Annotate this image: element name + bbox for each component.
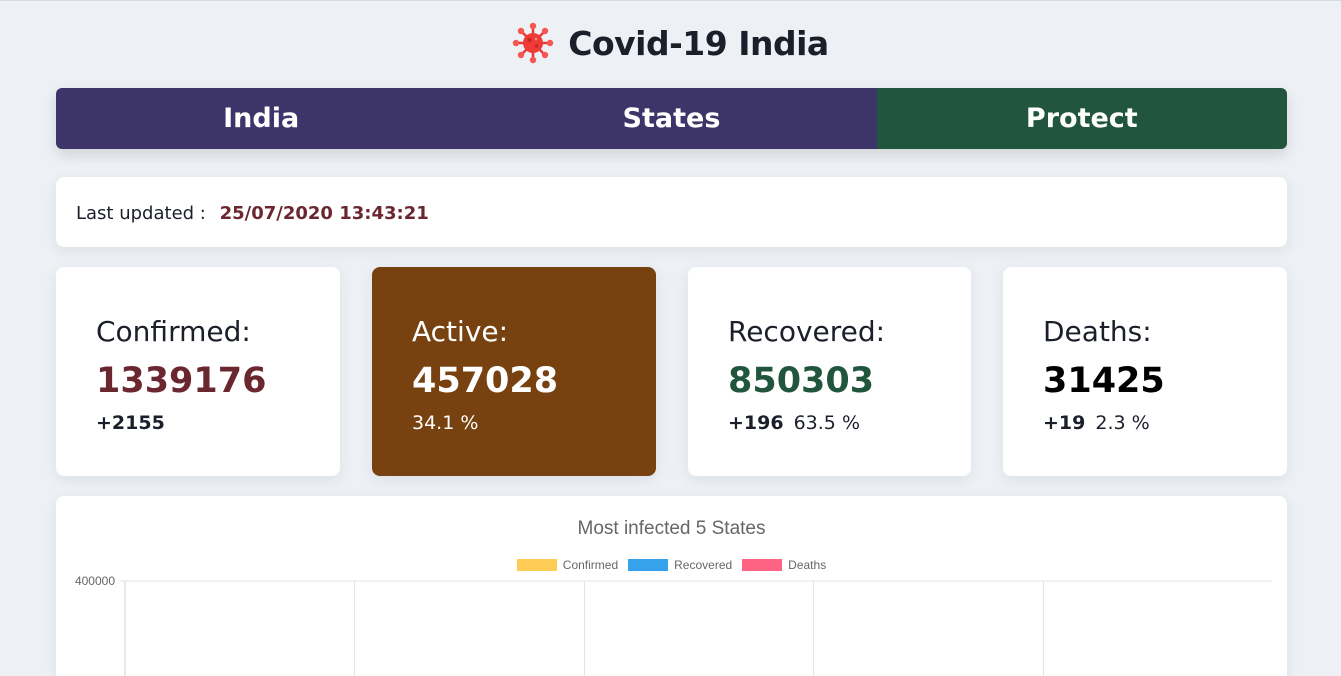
active-card: Active: 457028 34.1 %: [372, 267, 656, 476]
virus-icon: [513, 22, 554, 64]
active-sub: 34.1 %: [412, 412, 478, 434]
last-updated-value: 25/07/2020 13:43:21: [219, 203, 429, 224]
last-updated-label: Last updated :: [76, 203, 206, 224]
tab-protect[interactable]: Protect: [876, 88, 1287, 149]
recovered-label: Recovered:: [728, 315, 886, 348]
confirmed-delta: +2155: [96, 412, 165, 434]
active-label: Active:: [412, 315, 509, 348]
recovered-value: 850303: [728, 361, 875, 401]
confirmed-card: Confirmed: 1339176 +2155: [56, 267, 340, 476]
last-updated-row: Last updated : 25/07/2020 13:43:21: [76, 203, 429, 224]
confirmed-sub: +2155: [96, 412, 165, 434]
last-updated-card: Last updated : 25/07/2020 13:43:21: [56, 177, 1287, 247]
recovered-card: Recovered: 850303 +196 63.5 %: [688, 267, 971, 476]
deaths-sub: +19 2.3 %: [1043, 412, 1150, 434]
top-border: [0, 0, 1341, 1]
deaths-value: 31425: [1043, 361, 1165, 401]
y-tick-label: 400000: [75, 574, 115, 588]
deaths-percent: 2.3 %: [1095, 412, 1150, 434]
tab-states[interactable]: States: [466, 88, 877, 149]
app-header: Covid-19 India: [0, 18, 1341, 68]
app-title: Covid-19 India: [568, 23, 829, 63]
deaths-label: Deaths:: [1043, 315, 1152, 348]
main-nav: India States Protect: [56, 88, 1287, 149]
recovered-sub: +196 63.5 %: [728, 412, 860, 434]
chart-plot: 400000: [75, 574, 1272, 676]
confirmed-value: 1339176: [96, 361, 267, 401]
confirmed-label: Confirmed:: [96, 315, 251, 348]
deaths-delta: +19: [1043, 412, 1086, 434]
active-percent: 34.1 %: [412, 412, 479, 434]
recovered-delta: +196: [728, 412, 784, 434]
deaths-card: Deaths: 31425 +19 2.3 %: [1003, 267, 1287, 476]
tab-india[interactable]: India: [56, 88, 467, 149]
chart-card: Most infected 5 States Confirmed Recover…: [56, 496, 1287, 676]
active-value: 457028: [412, 361, 559, 401]
recovered-percent: 63.5 %: [793, 412, 860, 434]
